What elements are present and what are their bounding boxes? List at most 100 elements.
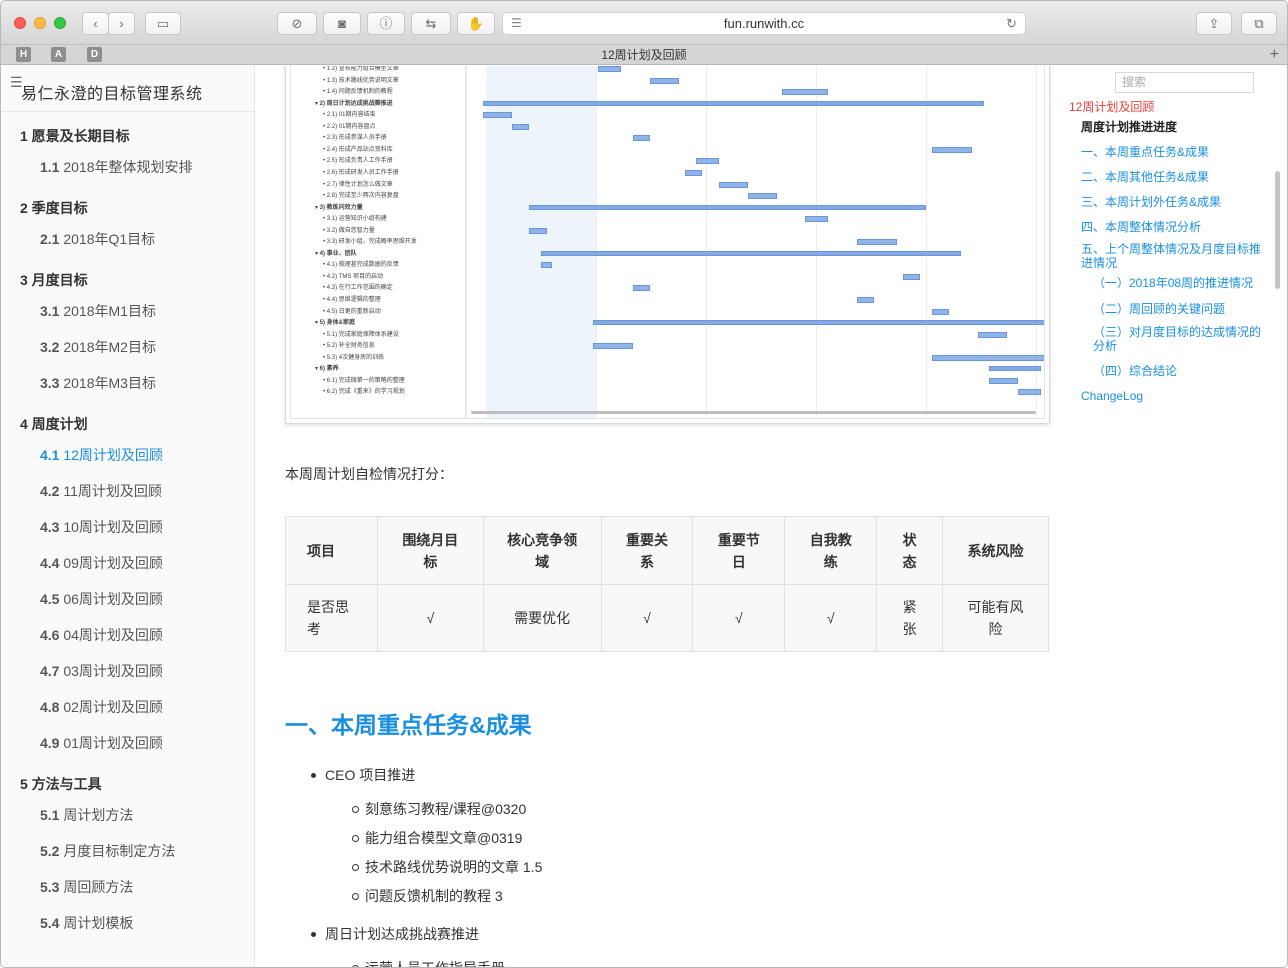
minimize-window-button[interactable] xyxy=(34,17,46,29)
back-button[interactable]: ‹ xyxy=(82,12,109,35)
gantt-task-row: • 5.3) 4次健身房的训练 xyxy=(323,354,385,361)
nav-item-number: 2.1 xyxy=(40,231,60,247)
hand-icon: ✋ xyxy=(467,16,485,31)
nav-section-number: 5 xyxy=(20,776,28,792)
nav-item-4-4[interactable]: 4.4 09周计划及回顾 xyxy=(40,553,163,573)
gantt-task-row: • 4.4) 思维逻辑的整理 xyxy=(323,297,381,303)
nav-item-2-1[interactable]: 2.1 2018年Q1目标 xyxy=(40,229,155,249)
address-bar[interactable]: ☰ fun.runwith.cc ↻ xyxy=(502,12,1026,35)
site-title[interactable]: 易仁永澄的目标管理系统 xyxy=(21,80,203,104)
gantt-gridline xyxy=(596,66,597,418)
gantt-bar xyxy=(592,343,633,350)
gantt-bar xyxy=(931,354,1044,361)
nav-item-1-1[interactable]: 1.1 2018年整体规划安排 xyxy=(40,157,193,177)
toc-item[interactable]: 二、本周其他任务&成果 xyxy=(1081,170,1266,184)
toc-item[interactable]: 一、本周重点任务&成果 xyxy=(1081,145,1266,159)
nav-item-4-5[interactable]: 4.5 06周计划及回顾 xyxy=(40,589,163,609)
tabs-overview-button[interactable]: ⧉ xyxy=(1241,12,1277,35)
nav-item-number: 5.3 xyxy=(40,879,60,895)
nav-item-label: 12周计划及回顾 xyxy=(59,447,163,463)
nav-item-5-1[interactable]: 5.1 周计划方法 xyxy=(40,805,133,825)
nav-item-3-3[interactable]: 3.3 2018年M3目标 xyxy=(40,373,156,393)
toc-item[interactable]: 12周计划及回顾 xyxy=(1069,100,1254,114)
toc-item[interactable]: 五、上个周整体情况及月度目标推进情况 xyxy=(1081,242,1266,270)
nav-item-4-9[interactable]: 4.9 01周计划及回顾 xyxy=(40,733,163,753)
gantt-bar xyxy=(650,77,679,84)
subtask-list: 刻意练习教程/课程@0320 能力组合模型文章@0319 技术路线优势说明的文章 1… xyxy=(351,799,542,906)
nav-section-5[interactable]: 5 方法与工具 xyxy=(20,774,102,794)
table-cell: √ xyxy=(784,584,878,652)
gantt-task-row: • 2.7) 律性计划怎么做文章 xyxy=(323,181,393,188)
nav-item-3-1[interactable]: 3.1 2018年M1目标 xyxy=(40,301,156,321)
forward-button[interactable]: › xyxy=(108,12,135,35)
nav-section-4[interactable]: 4 周度计划 xyxy=(20,414,88,434)
toc-item[interactable]: 四、本周整体情况分析 xyxy=(1081,220,1266,234)
nav-section-1[interactable]: 1 愿景及长期目标 xyxy=(20,126,130,146)
gantt-task-row: • 1.4) 问题反馈机制的教程 xyxy=(323,89,393,96)
list-item: 周日计划达成挑战赛推进 运营人员工作指导手册 xyxy=(310,924,542,967)
nav-item-5-2[interactable]: 5.2 月度目标制定方法 xyxy=(40,841,175,861)
nav-item-3-2[interactable]: 3.2 2018年M2目标 xyxy=(40,337,156,357)
share-button[interactable]: ⇪ xyxy=(1196,12,1232,35)
search-input[interactable]: 搜索 xyxy=(1115,72,1254,93)
gantt-task-row: • 2.5) 形成负责人工作手册 xyxy=(323,158,393,165)
list-item: 能力组合模型文章@0319 xyxy=(351,828,542,848)
nav-item-5-3[interactable]: 5.3 周回顾方法 xyxy=(40,877,133,897)
nav-section-3[interactable]: 3 月度目标 xyxy=(20,270,88,290)
reload-icon[interactable]: ↻ xyxy=(1006,13,1017,34)
gantt-gridline xyxy=(1036,66,1037,418)
nav-item-5-4[interactable]: 5.4 周计划模板 xyxy=(40,913,133,933)
gantt-bar xyxy=(529,204,926,210)
nav-item-number: 3.3 xyxy=(40,375,60,391)
info-button[interactable]: ⓘ xyxy=(367,12,405,35)
browser-window: ‹ › ▭ ⊘ ◙ ⓘ ⇆ ✋ ☰ fun.runwith.cc ↻ ⇪ ⧉ H… xyxy=(0,0,1288,968)
toc-item[interactable]: （一）2018年08周的推进情况 xyxy=(1093,276,1265,290)
page-scrollbar[interactable] xyxy=(1275,171,1280,289)
active-tab[interactable]: 12周计划及回顾 xyxy=(1,45,1287,65)
nav-item-number: 4.2 xyxy=(40,483,60,499)
nav-item-label: 02周计划及回顾 xyxy=(59,699,163,715)
nav-item-number: 4.4 xyxy=(40,555,60,571)
toc-item[interactable]: 周度计划推进进度 xyxy=(1081,120,1266,134)
new-tab-icon[interactable]: + xyxy=(1270,45,1279,64)
list-item: CEO 项目推进 刻意练习教程/课程@0320 能力组合模型文章@0319 技术路线优… xyxy=(310,765,542,906)
block-icon: ⊘ xyxy=(291,16,303,31)
table-header-row: 项目 围绕月目 标核心竞争领 域重要关 系重要节 日自我教 练状 态系统风险 xyxy=(285,516,1049,585)
nav-item-label: 2018年M3目标 xyxy=(59,375,156,391)
toc-item[interactable]: （四）综合结论 xyxy=(1093,364,1265,378)
transfer-button[interactable]: ⇆ xyxy=(411,12,451,35)
nav-item-4-3[interactable]: 4.3 10周计划及回顾 xyxy=(40,517,163,537)
nav-section-label: 季度目标 xyxy=(27,200,88,216)
zoom-window-button[interactable] xyxy=(54,17,66,29)
toc-item[interactable]: ChangeLog xyxy=(1081,389,1266,403)
gantt-task-row: ▾ 5) 身体&家庭 xyxy=(315,320,356,327)
nav-item-4-7[interactable]: 4.7 03周计划及回顾 xyxy=(40,661,163,681)
table-cell: √ xyxy=(692,584,786,652)
gantt-task-row: • 4.3) 在行工作范围的确定 xyxy=(323,285,393,292)
gantt-task-row: • 3.2) 做自您智力量 xyxy=(323,227,375,234)
reader-icon[interactable]: ☰ xyxy=(511,13,522,34)
extension-button[interactable]: ✋ xyxy=(457,12,495,35)
nav-item-4-8[interactable]: 4.8 02周计划及回顾 xyxy=(40,697,163,717)
nav-section-2[interactable]: 2 季度目标 xyxy=(20,198,88,218)
gantt-bar xyxy=(592,320,1044,326)
subtask-list: 运营人员工作指导手册 xyxy=(351,958,542,967)
nav-item-4-2[interactable]: 4.2 11周计划及回顾 xyxy=(40,481,162,501)
url-text: fun.runwith.cc xyxy=(723,16,805,31)
nav-item-number: 5.2 xyxy=(40,843,60,859)
toc-item[interactable]: 三、本周计划外任务&成果 xyxy=(1081,195,1266,209)
nav-item-4-6[interactable]: 4.6 04周计划及回顾 xyxy=(40,625,163,645)
table-header-cell: 重要关 系 xyxy=(600,516,694,585)
gantt-scrollbar[interactable] xyxy=(471,411,1036,414)
screenshot-button[interactable]: ◙ xyxy=(323,12,361,35)
list-item: 刻意练习教程/课程@0320 xyxy=(351,799,542,819)
gantt-bar xyxy=(529,227,547,234)
nav-section-label: 周度计划 xyxy=(27,416,88,432)
toc-item[interactable]: （三）对月度目标的达成情况的分析 xyxy=(1093,325,1265,353)
nav-section-number: 1 xyxy=(20,128,28,144)
close-window-button[interactable] xyxy=(14,17,26,29)
toc-item[interactable]: （二）周回顾的关键问题 xyxy=(1093,302,1265,316)
block-button[interactable]: ⊘ xyxy=(277,12,317,35)
nav-item-4-1[interactable]: 4.1 12周计划及回顾 xyxy=(40,445,163,465)
sidebar-toggle-button[interactable]: ▭ xyxy=(145,12,181,35)
